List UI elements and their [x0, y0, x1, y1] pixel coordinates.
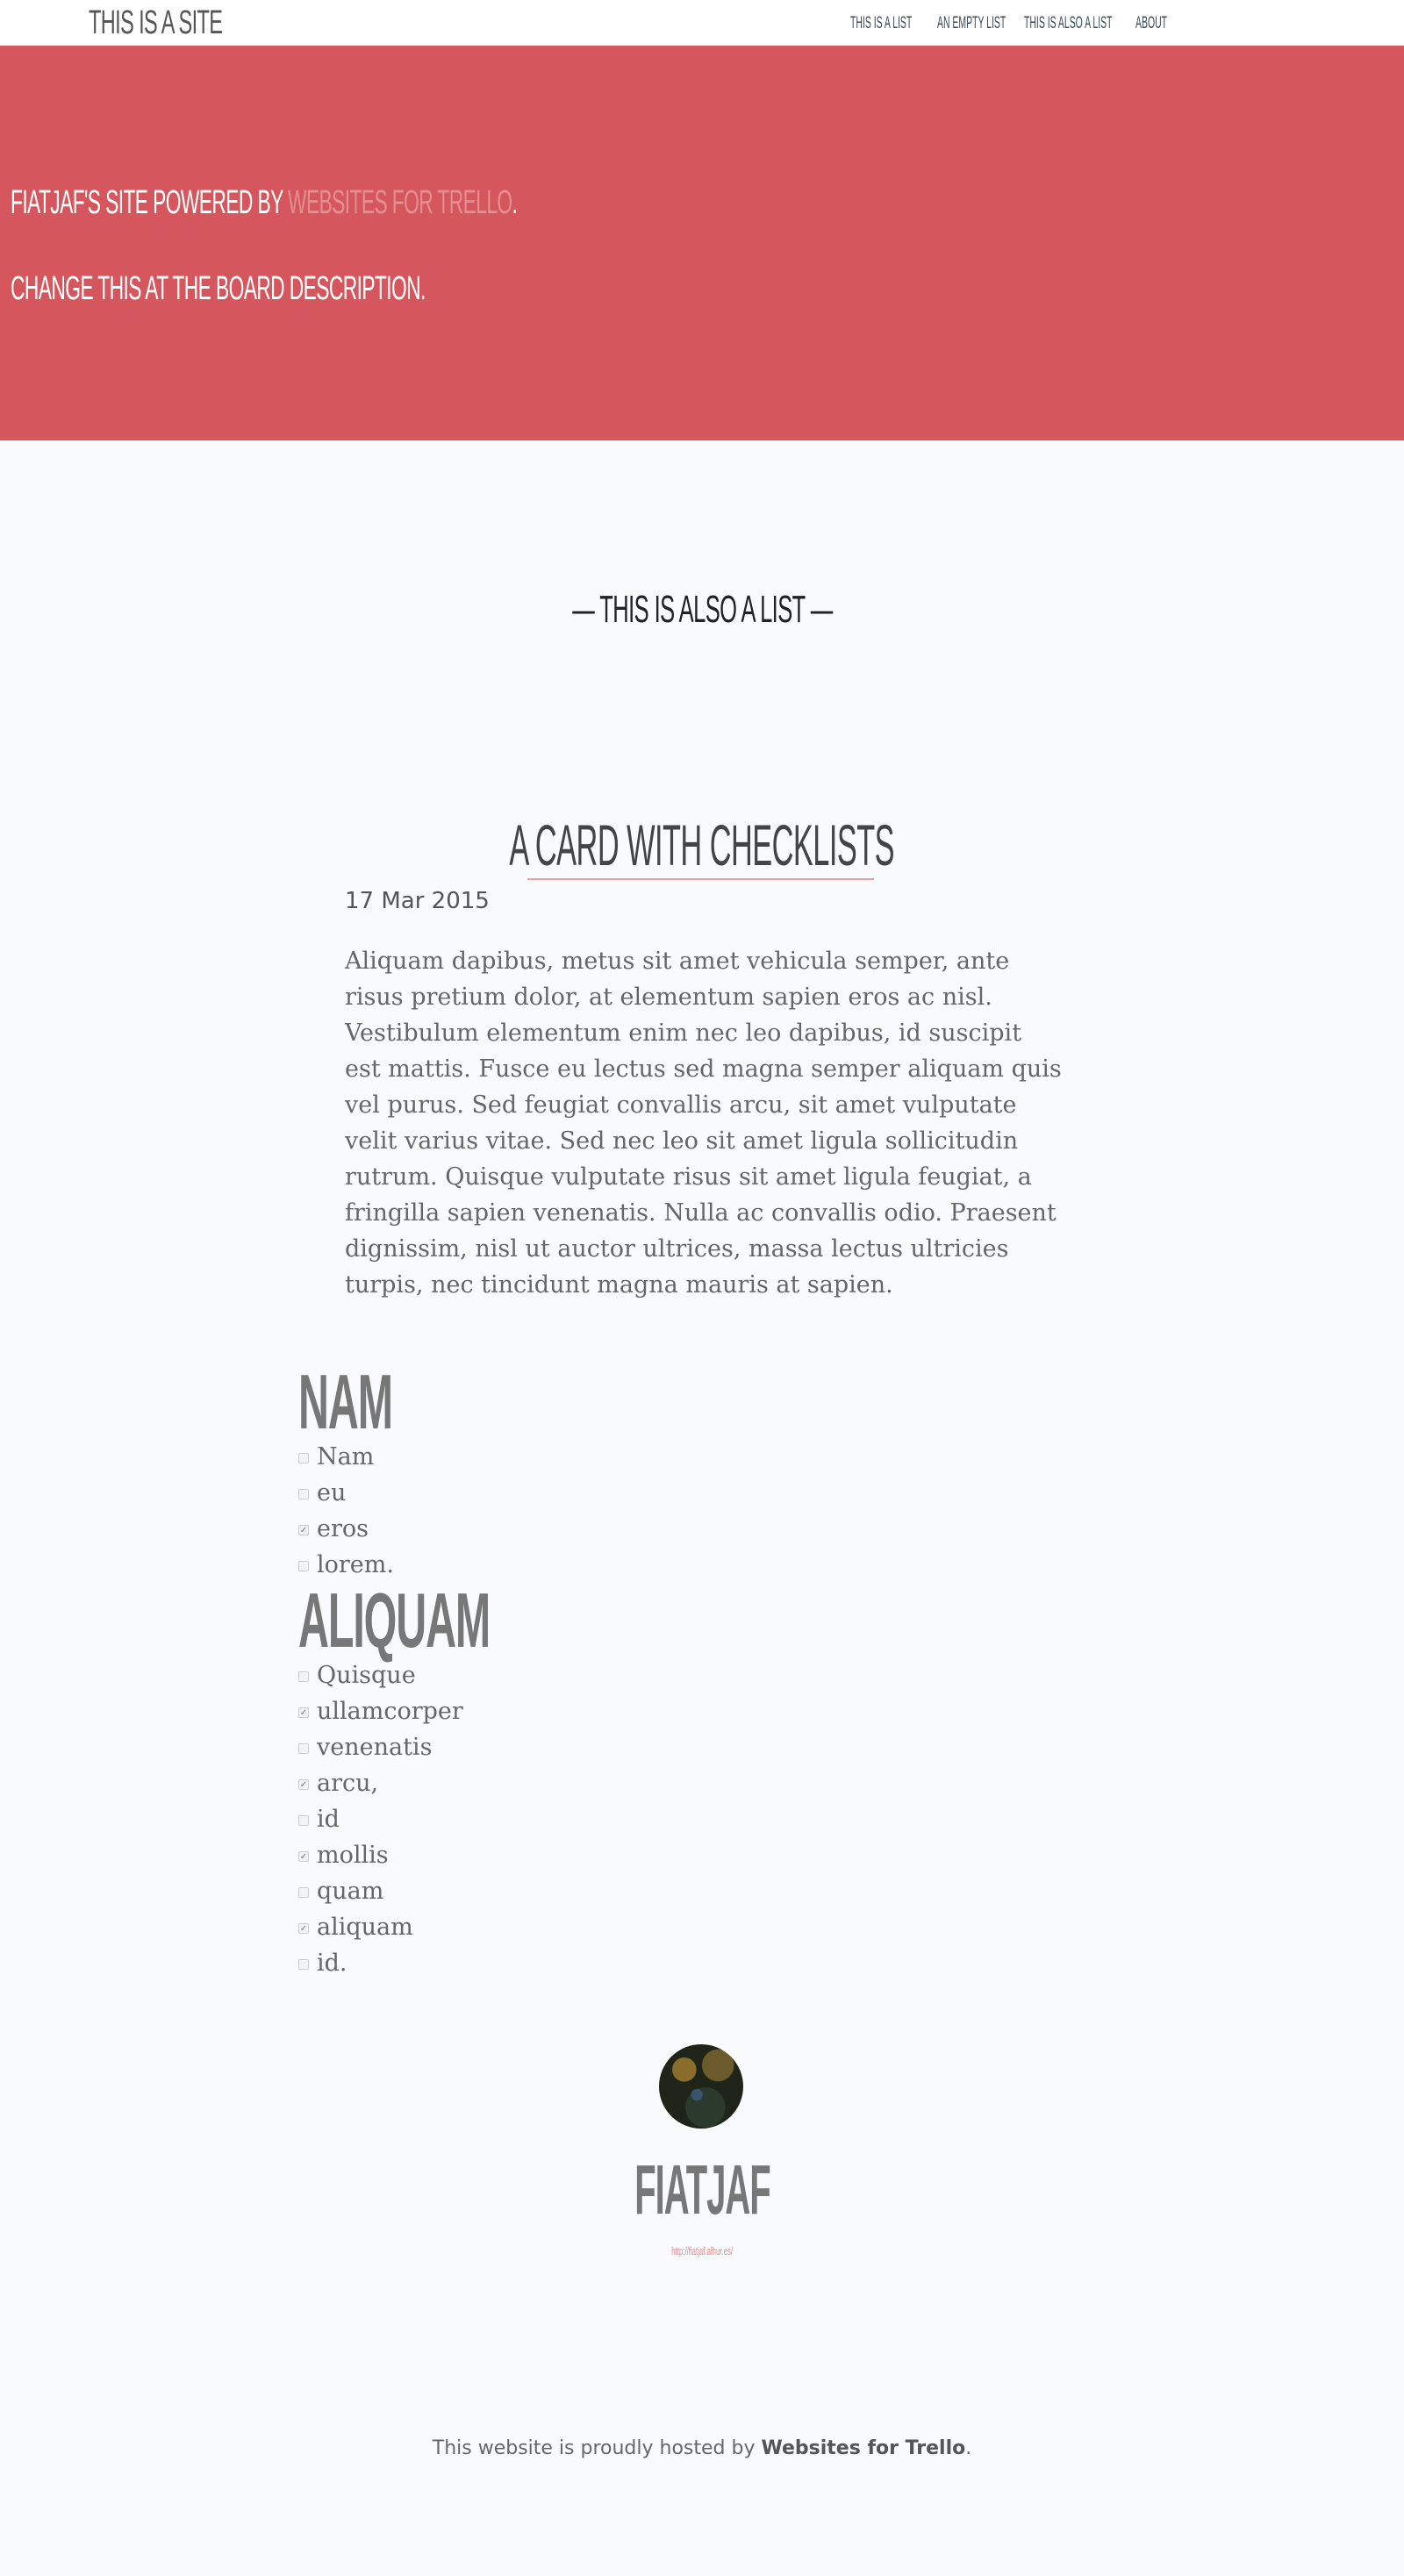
checklist-nam: Nam Nam eu ✓ eros lorem. — [298, 1358, 469, 1583]
nav-item-about[interactable]: about — [1135, 12, 1167, 35]
hero-line-2: Change this at the board description. — [11, 270, 426, 307]
list-heading: — this is also a list — — [0, 588, 1404, 632]
checklist-item-label: quam — [317, 1878, 384, 1905]
checklist-item: id. — [298, 1945, 647, 1981]
checklist-item-label: Quisque — [317, 1662, 416, 1689]
author-url-link[interactable]: http://fiatjaf.alhur.es/ — [671, 2244, 733, 2258]
checklist-item: venenatis — [298, 1729, 647, 1765]
checkbox-unchecked[interactable] — [298, 1959, 309, 1970]
checkbox-unchecked[interactable] — [298, 1489, 309, 1499]
checklist-item-label: aliquam — [317, 1914, 413, 1941]
card-title-wrap: a card with checklists — [0, 812, 1404, 878]
checkbox-unchecked[interactable] — [298, 1671, 309, 1682]
checklist-item-label: mollis — [317, 1842, 389, 1869]
main-nav: this is a list an empty list this is als… — [0, 0, 1404, 46]
hero-banner: fiatjaf's site powered by Websites for T… — [0, 46, 1404, 440]
checkbox-checked[interactable]: ✓ — [298, 1779, 309, 1790]
checklist-title: Nam — [298, 1358, 393, 1445]
checklist-title: Aliquam — [298, 1577, 491, 1664]
author-name-wrap: fiatjaf — [0, 2150, 1404, 2230]
hero-line-1-suffix: . — [512, 184, 518, 221]
checklist-item-label: ullamcorper — [317, 1698, 463, 1725]
nav-item-an-empty-list[interactable]: an empty list — [937, 12, 1006, 35]
footer-brand-link[interactable]: Websites for Trello — [762, 2437, 966, 2459]
footer-suffix: . — [965, 2437, 972, 2459]
checklist-item: Quisque — [298, 1657, 647, 1693]
card-date: 17 Mar 2015 — [345, 888, 490, 914]
checklist-aliquam: Aliquam Quisque ✓ ullamcorper venenatis … — [298, 1577, 647, 1981]
checkbox-unchecked[interactable] — [298, 1561, 309, 1571]
checkbox-checked[interactable]: ✓ — [298, 1525, 309, 1535]
checklist-item-label: Nam — [317, 1443, 375, 1470]
hero-line-1-prefix: fiatjaf's site powered by — [11, 184, 289, 221]
list-heading-text: — this is also a list — — [571, 588, 833, 631]
checkbox-unchecked[interactable] — [298, 1453, 309, 1463]
author-avatar — [659, 2044, 743, 2129]
checkbox-checked[interactable]: ✓ — [298, 1851, 309, 1862]
checklist-item: ✓ ullamcorper — [298, 1693, 647, 1729]
author-url-wrap: http://fiatjaf.alhur.es/ — [0, 2242, 1404, 2258]
card-body-text: Aliquam dapibus, metus sit amet vehicula… — [345, 948, 1062, 1299]
checklist-item-label: id. — [317, 1950, 347, 1977]
top-navbar: This is a site this is a list an empty l… — [0, 0, 1404, 46]
checkbox-unchecked[interactable] — [298, 1815, 309, 1826]
footer-prefix: This website is proudly hosted by — [432, 2437, 762, 2459]
checklist-item: eu — [298, 1475, 469, 1511]
checklist-item: quam — [298, 1873, 647, 1909]
checklist-item-label: eros — [317, 1515, 369, 1542]
checklist-item: ✓ aliquam — [298, 1909, 647, 1945]
checklist-item-label: id — [317, 1806, 340, 1833]
checkbox-unchecked[interactable] — [298, 1887, 309, 1898]
card-title-underline — [527, 878, 874, 880]
checklist-item: id — [298, 1801, 647, 1837]
checklist-item-label: venenatis — [317, 1734, 433, 1761]
checkbox-checked[interactable]: ✓ — [298, 1707, 309, 1718]
checkbox-checked[interactable]: ✓ — [298, 1923, 309, 1934]
nav-item-this-is-a-list[interactable]: this is a list — [850, 12, 912, 35]
footer: This website is proudly hosted by Websit… — [0, 2437, 1404, 2459]
nav-item-this-is-also-a-list[interactable]: this is also a list — [1024, 12, 1112, 35]
hero-websites-for-trello-link[interactable]: Websites for Trello — [288, 184, 512, 221]
checkbox-unchecked[interactable] — [298, 1743, 309, 1754]
checklist-item: Nam — [298, 1439, 469, 1475]
author-name: fiatjaf — [634, 2150, 770, 2229]
checklist-item: ✓ arcu, — [298, 1765, 647, 1801]
card-title[interactable]: a card with checklists — [510, 812, 895, 878]
checklist-item: ✓ eros — [298, 1511, 469, 1547]
checklist-item-label: arcu, — [317, 1770, 379, 1797]
hero-line-1: fiatjaf's site powered by Websites for T… — [11, 184, 518, 222]
checklist-item: ✓ mollis — [298, 1837, 647, 1873]
checklist-item-label: eu — [317, 1479, 347, 1506]
